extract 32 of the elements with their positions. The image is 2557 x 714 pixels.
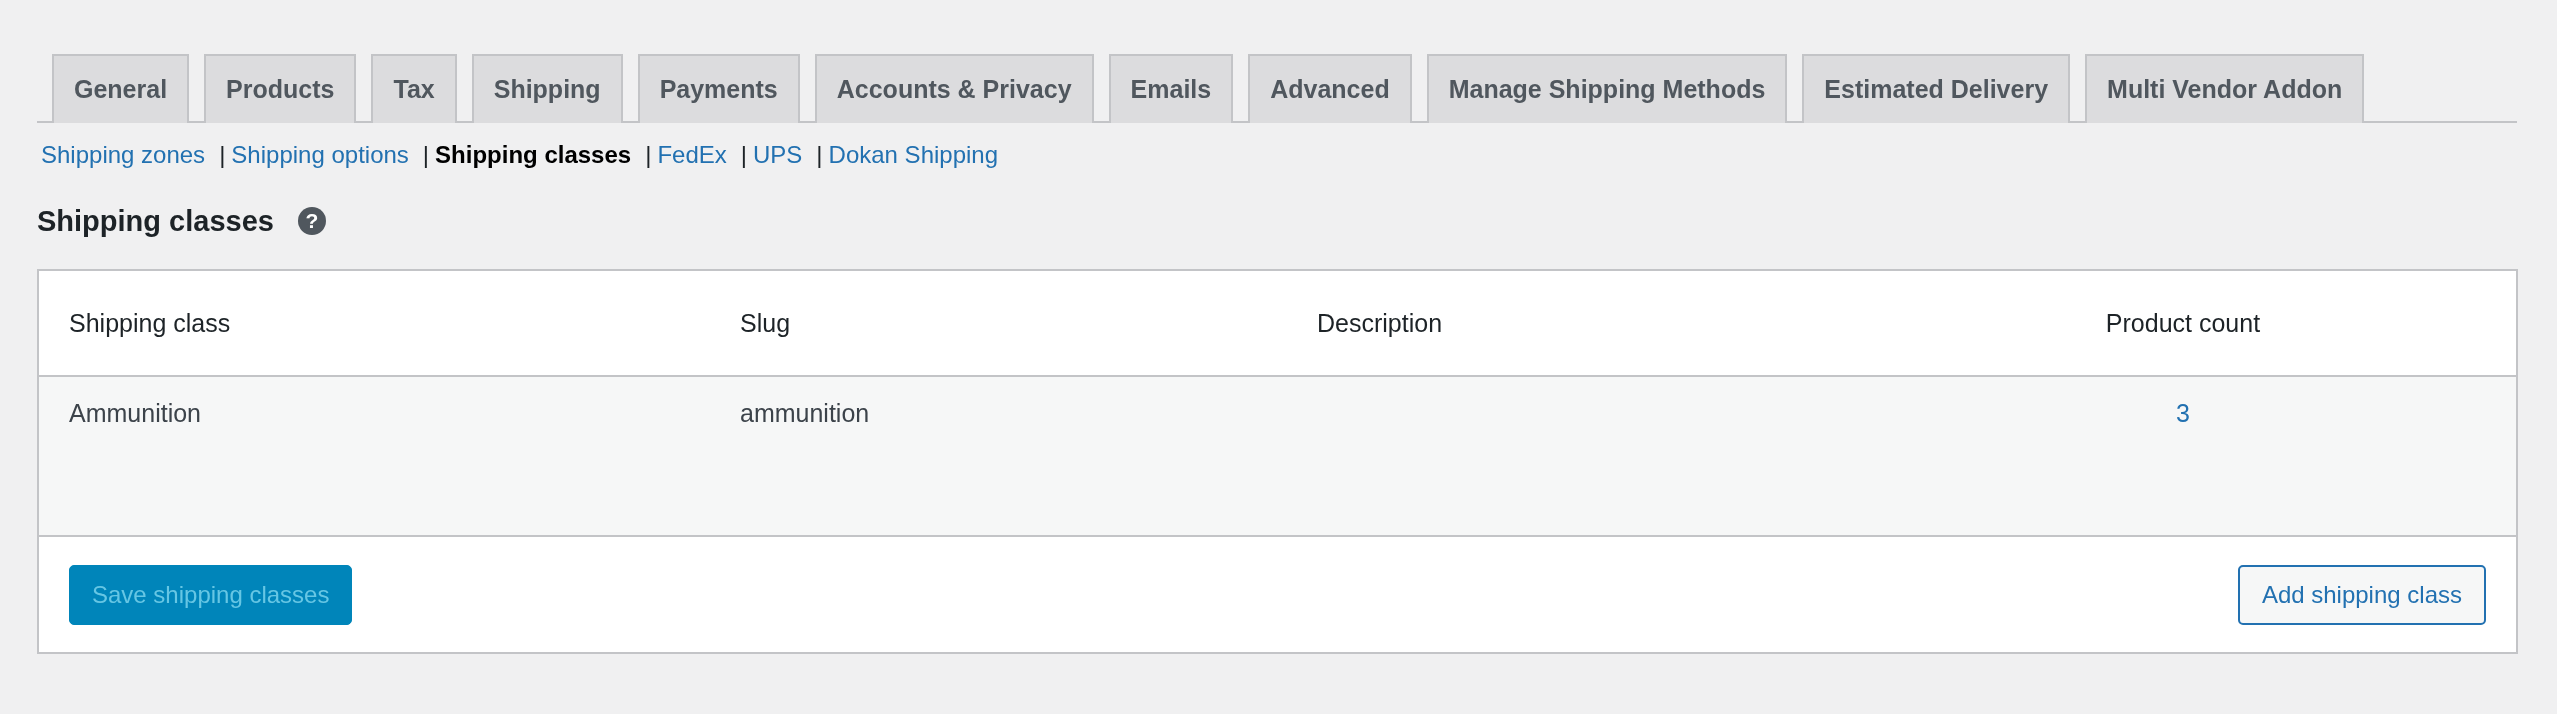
table-cell-text: Ammunition: [68, 398, 202, 428]
settings-tab[interactable]: Manage Shipping Methods: [1426, 54, 1788, 123]
settings-tab[interactable]: Shipping: [471, 54, 623, 123]
section-link[interactable]: Shipping classes: [435, 141, 632, 169]
separator: |: [645, 141, 652, 169]
column-header: Description: [1316, 308, 1444, 338]
column-header: Product count: [2104, 308, 2262, 338]
section-link[interactable]: Shipping options: [231, 141, 409, 169]
settings-tab[interactable]: Payments: [637, 54, 800, 123]
column-header: Slug: [739, 308, 792, 338]
section-link[interactable]: FedEx: [657, 141, 727, 169]
settings-tab[interactable]: Advanced: [1248, 54, 1412, 123]
settings-tab[interactable]: Tax: [371, 54, 457, 123]
help-icon[interactable]: ?: [297, 207, 326, 235]
settings-tab[interactable]: Products: [204, 54, 357, 123]
settings-tab[interactable]: Accounts & Privacy: [814, 54, 1094, 123]
separator: |: [422, 141, 430, 169]
section-link[interactable]: UPS: [753, 141, 803, 169]
page-heading: Shipping classes: [37, 204, 274, 238]
settings-tab[interactable]: Multi Vendor Addon: [2085, 54, 2365, 123]
settings-tab[interactable]: Emails: [1108, 54, 1234, 123]
section-link[interactable]: Dokan Shipping: [828, 141, 999, 169]
column-header: Shipping class: [68, 308, 232, 338]
settings-tab[interactable]: Estimated Delivery: [1802, 54, 2071, 123]
separator: |: [816, 141, 823, 169]
table-cell-text: ammunition: [739, 398, 871, 428]
separator: |: [740, 141, 747, 169]
product-count-link[interactable]: 3: [2176, 399, 2190, 427]
section-link[interactable]: Shipping zones: [41, 141, 206, 169]
add-button[interactable]: Add shipping class: [2237, 564, 2486, 625]
settings-tab[interactable]: General: [52, 54, 190, 123]
separator: |: [219, 141, 226, 169]
